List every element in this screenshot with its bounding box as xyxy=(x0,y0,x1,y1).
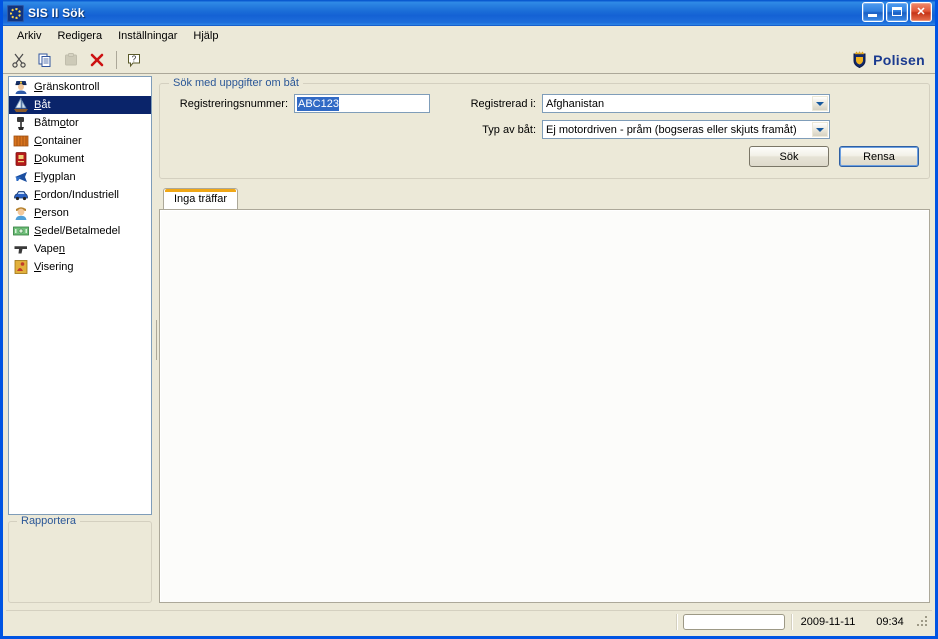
brand-text: Polisen xyxy=(873,52,925,68)
pistol-icon xyxy=(13,241,29,257)
copy-button[interactable] xyxy=(33,49,57,71)
status-date: 2009-11-11 xyxy=(800,616,856,628)
registration-number-input[interactable]: ABC123 xyxy=(294,94,430,113)
sidebar-item-label: Person xyxy=(34,207,69,219)
sidebar-item-label: Båt xyxy=(34,99,51,111)
tab-strip: Inga träffar xyxy=(159,188,930,209)
clear-button[interactable]: Rensa xyxy=(839,146,919,167)
status-bar: 2009-11-11 09:34 xyxy=(6,610,932,633)
sidebar-item-sedel-betalmedel[interactable]: Sedel/Betalmedel xyxy=(9,222,151,240)
car-icon xyxy=(13,187,29,203)
help-icon: ? xyxy=(128,54,140,68)
status-time: 09:34 xyxy=(876,616,904,628)
main-body: Gränskontroll Båt Båtmotor Container Dok… xyxy=(6,75,932,605)
maximize-button[interactable] xyxy=(886,2,908,22)
cut-button[interactable] xyxy=(7,49,31,71)
window-frame: SIS II Sök ✕ Arkiv Redigera Inställninga… xyxy=(0,0,938,639)
menu-item-installningar[interactable]: Inställningar xyxy=(110,28,185,44)
sidebar: Gränskontroll Båt Båtmotor Container Dok… xyxy=(6,75,154,605)
visa-icon xyxy=(13,259,29,275)
sidebar-item-label: Visering xyxy=(34,261,74,273)
sidebar-item-label: Dokument xyxy=(34,153,85,165)
sidebar-item-label: Fordon/Industriell xyxy=(34,189,120,201)
application-window: SIS II Sök ✕ Arkiv Redigera Inställninga… xyxy=(0,0,938,639)
sidebar-item-vapen[interactable]: Vapen xyxy=(9,240,151,258)
delete-button[interactable] xyxy=(85,49,109,71)
toolbar: ? Polisen xyxy=(3,47,935,74)
sidebar-item-visering[interactable]: Visering xyxy=(9,258,151,276)
sidebar-item-person[interactable]: Person xyxy=(9,204,151,222)
chevron-down-icon[interactable] xyxy=(812,96,828,111)
registered-in-select[interactable]: Afghanistan xyxy=(542,94,830,113)
title-bar[interactable]: SIS II Sök ✕ xyxy=(3,0,935,26)
sidebar-item-dokument[interactable]: Dokument xyxy=(9,150,151,168)
search-group-legend: Sök med uppgifter om båt xyxy=(169,77,303,89)
sidebar-item-container[interactable]: Container xyxy=(9,132,151,150)
form-row-boat-type: Typ av båt: Ej motordriven - pråm (bogse… xyxy=(170,120,919,139)
sidebar-item-label: Sedel/Betalmedel xyxy=(34,225,121,237)
registration-number-value: ABC123 xyxy=(297,96,339,111)
content-area: Sök med uppgifter om båt Registreringsnu… xyxy=(159,75,932,605)
boat-type-value: Ej motordriven - pråm (bogseras eller sk… xyxy=(546,123,797,136)
menu-bar: Arkiv Redigera Inställningar Hjälp xyxy=(3,26,935,47)
status-divider xyxy=(676,614,677,630)
airplane-icon xyxy=(13,169,29,185)
search-button[interactable]: Sök xyxy=(749,146,829,167)
paste-button xyxy=(59,49,83,71)
sidebar-item-flygplan[interactable]: Flygplan xyxy=(9,168,151,186)
sidebar-item-bat[interactable]: Båt xyxy=(9,96,151,114)
cut-icon xyxy=(12,53,26,68)
boat-engine-icon xyxy=(13,115,29,131)
sidebar-item-batmotor[interactable]: Båtmotor xyxy=(9,114,151,132)
menu-item-hjalp[interactable]: Hjälp xyxy=(185,28,226,44)
tab-inga-traffar[interactable]: Inga träffar xyxy=(163,188,238,209)
brand-logo: Polisen xyxy=(851,51,925,69)
eu-stars-icon xyxy=(7,4,24,22)
form-row-registration: Registreringsnummer: ABC123 Registrerad … xyxy=(170,94,919,113)
menu-item-arkiv[interactable]: Arkiv xyxy=(9,28,49,44)
window-title: SIS II Sök xyxy=(28,6,85,20)
sidebar-item-label: Båtmotor xyxy=(34,117,79,129)
police-officer-icon xyxy=(13,79,29,95)
resize-grip-icon[interactable] xyxy=(916,615,930,629)
sidebar-item-label: Container xyxy=(34,135,82,147)
police-crest-icon xyxy=(853,51,866,69)
container-icon xyxy=(13,133,29,149)
status-message xyxy=(6,613,676,631)
chevron-down-icon[interactable] xyxy=(812,122,828,137)
close-button[interactable]: ✕ xyxy=(910,2,932,22)
boat-type-label: Typ av båt: xyxy=(482,123,536,136)
sidebar-item-label: Flygplan xyxy=(34,171,76,183)
report-group: Rapportera xyxy=(8,515,152,603)
sidebar-item-label: Vapen xyxy=(34,243,65,255)
delete-icon xyxy=(90,53,104,67)
registered-in-label: Registrerad i: xyxy=(470,97,536,110)
sidebar-item-fordon-industriell[interactable]: Fordon/Industriell xyxy=(9,186,151,204)
category-tree[interactable]: Gränskontroll Båt Båtmotor Container Dok… xyxy=(8,76,152,515)
results-tabs: Inga träffar xyxy=(159,188,930,603)
registration-number-label: Registreringsnummer: xyxy=(179,97,288,110)
search-group: Sök med uppgifter om båt Registreringsnu… xyxy=(159,77,930,179)
toolbar-separator xyxy=(116,51,117,69)
minimize-button[interactable] xyxy=(862,2,884,22)
sidebar-item-granskontroll[interactable]: Gränskontroll xyxy=(9,78,151,96)
person-icon xyxy=(13,205,29,221)
paste-icon xyxy=(65,53,77,66)
report-group-legend: Rapportera xyxy=(17,515,81,527)
window-controls: ✕ xyxy=(862,2,932,22)
copy-icon xyxy=(38,53,51,67)
svg-text:?: ? xyxy=(132,55,137,64)
menu-item-redigera[interactable]: Redigera xyxy=(49,28,110,44)
sidebar-item-label: Gränskontroll xyxy=(34,81,100,93)
banknote-icon xyxy=(13,223,29,239)
search-actions: Sök Rensa xyxy=(170,146,919,167)
registered-in-value: Afghanistan xyxy=(546,97,605,110)
results-panel[interactable] xyxy=(159,209,930,603)
sailboat-icon xyxy=(13,97,29,113)
status-progress-bar xyxy=(683,614,785,630)
help-button[interactable]: ? xyxy=(122,49,146,71)
document-icon xyxy=(13,151,29,167)
boat-type-select[interactable]: Ej motordriven - pråm (bogseras eller sk… xyxy=(542,120,830,139)
